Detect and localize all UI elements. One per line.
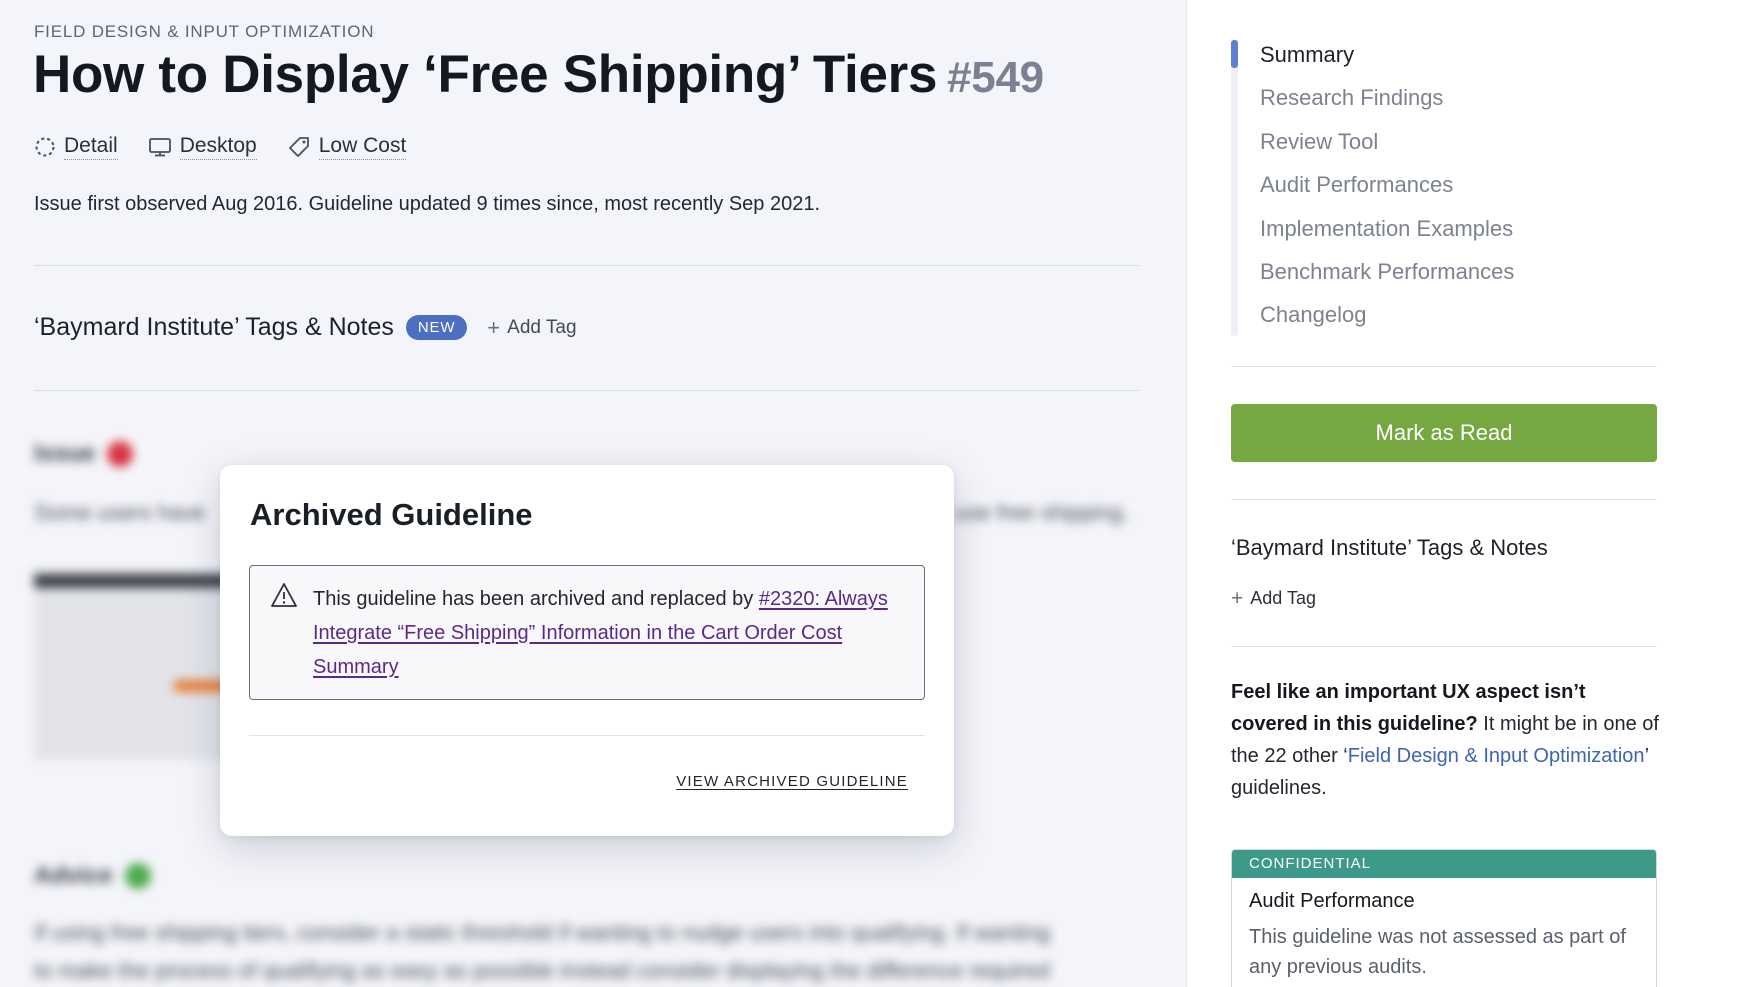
divider <box>34 265 1140 266</box>
detail-icon <box>35 137 55 157</box>
archive-notice-prefix: This guideline has been archived and rep… <box>313 588 759 610</box>
mark-as-read-button[interactable]: Mark as Read <box>1231 404 1657 462</box>
table-of-contents: Summary Research Findings Review Tool Au… <box>1260 40 1514 344</box>
related-guidelines-text: Feel like an important UX aspect isn’t c… <box>1231 676 1661 804</box>
tags-notes-header: ‘Baymard Institute’ Tags & Notes NEW + A… <box>34 313 577 342</box>
example-screenshot <box>34 570 244 760</box>
modal-divider <box>249 735 925 736</box>
toc-item-review-tool[interactable]: Review Tool <box>1260 127 1514 170</box>
add-tag-button[interactable]: + Add Tag <box>487 314 577 340</box>
audit-performance-title: Audit Performance <box>1249 890 1415 912</box>
sidebar-tags-title: ‘Baymard Institute’ Tags & Notes <box>1231 535 1548 560</box>
advice-icon <box>124 863 151 889</box>
issue-text-left: Some users have <box>34 500 206 525</box>
desktop-icon <box>148 138 171 157</box>
new-badge: NEW <box>405 315 468 340</box>
divider <box>34 390 1140 391</box>
guideline-number: #549 <box>947 53 1044 102</box>
plus-icon: + <box>487 314 501 340</box>
meta-desktop[interactable]: Desktop <box>148 134 257 160</box>
meta-row: Detail Desktop Low Cost <box>34 134 407 160</box>
toc-item-summary[interactable]: Summary <box>1260 40 1514 83</box>
tags-notes-title: ‘Baymard Institute’ Tags & Notes <box>34 313 394 341</box>
archive-notice: This guideline has been archived and rep… <box>249 565 925 700</box>
issue-heading: Issue <box>34 440 134 468</box>
advice-heading-text: Advice <box>34 862 113 889</box>
archived-guideline-modal: Archived Guideline This guideline has be… <box>220 465 954 836</box>
toc-item-implementation-examples[interactable]: Implementation Examples <box>1260 214 1514 257</box>
toc-progress-indicator <box>1231 40 1238 68</box>
toc-item-changelog[interactable]: Changelog <box>1260 300 1514 343</box>
add-tag-label: Add Tag <box>507 316 577 338</box>
tag-icon <box>288 137 309 157</box>
screenshot-bar <box>34 574 244 588</box>
sidebar: Summary Research Findings Review Tool Au… <box>1186 0 1760 987</box>
observed-text: Issue first observed Aug 2016. Guideline… <box>34 193 821 215</box>
advice-text-1: If using free shipping tiers, consider a… <box>34 920 1051 945</box>
audit-performance-text: This guideline was not assessed as part … <box>1249 926 1626 978</box>
meta-detail[interactable]: Detail <box>34 134 118 160</box>
meta-detail-label: Detail <box>64 134 118 160</box>
toc-item-benchmark-performances[interactable]: Benchmark Performances <box>1260 257 1514 300</box>
modal-title: Archived Guideline <box>250 497 533 532</box>
plus-icon: + <box>1231 587 1244 610</box>
advice-text-2: to make the process of qualifying as eas… <box>34 958 1050 983</box>
meta-desktop-label: Desktop <box>179 134 257 160</box>
sidebar-divider <box>1231 646 1657 647</box>
view-archived-link[interactable]: VIEW ARCHIVED GUIDELINE <box>676 773 908 790</box>
meta-cost[interactable]: Low Cost <box>287 134 407 160</box>
sidebar-divider <box>1231 366 1657 367</box>
page-title: How to Display ‘Free Shipping’ Tiers #549 <box>33 44 1044 105</box>
toc-item-research-findings[interactable]: Research Findings <box>1260 83 1514 126</box>
category-label[interactable]: FIELD DESIGN & INPUT OPTIMIZATION <box>34 22 374 42</box>
meta-cost-label: Low Cost <box>318 134 407 160</box>
issue-text-right: use free shipping. <box>955 500 1129 525</box>
issue-heading-text: Issue <box>34 440 96 467</box>
sidebar-add-tag-button[interactable]: + Add Tag <box>1231 588 1316 609</box>
title-text: How to Display ‘Free Shipping’ Tiers <box>33 45 938 104</box>
archive-notice-text: This guideline has been archived and rep… <box>313 582 893 684</box>
sidebar-add-tag-label: Add Tag <box>1250 588 1316 608</box>
confidential-card: CONFIDENTIAL Audit Performance This guid… <box>1231 849 1657 987</box>
main-content: FIELD DESIGN & INPUT OPTIMIZATION How to… <box>0 0 1186 987</box>
issue-severity-icon <box>107 441 134 467</box>
confidential-label: CONFIDENTIAL <box>1232 850 1656 878</box>
toc-item-audit-performances[interactable]: Audit Performances <box>1260 170 1514 213</box>
advice-heading: Advice <box>34 862 151 890</box>
sidebar-divider <box>1231 499 1657 500</box>
category-guidelines-link[interactable]: Field Design & Input Optimization <box>1348 745 1645 767</box>
warning-icon <box>271 583 297 607</box>
toc-progress-track <box>1231 40 1238 336</box>
